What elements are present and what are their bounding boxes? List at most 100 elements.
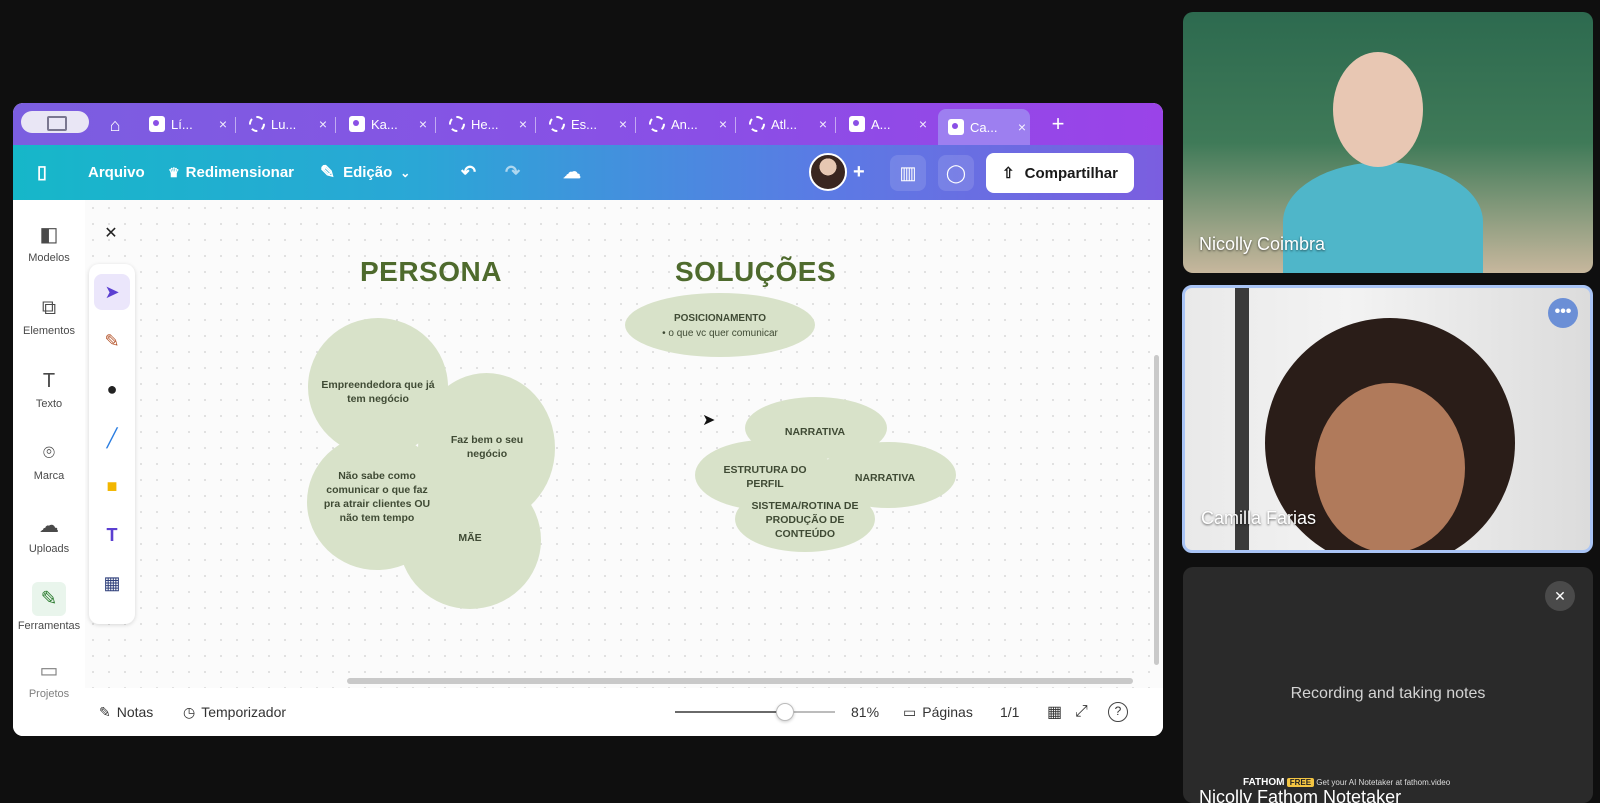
tab-3[interactable]: He... × xyxy=(435,109,531,139)
fullscreen-icon[interactable]: ⤢ xyxy=(1075,688,1088,736)
dashed-circle-icon xyxy=(649,116,665,132)
video-tile-notetaker[interactable]: ✕ Recording and taking notes Nicolly Fat… xyxy=(1183,567,1593,803)
close-icon[interactable]: × xyxy=(615,116,631,132)
tab-title: Lu... xyxy=(271,116,297,132)
rail-templates[interactable]: ◧ Modelos xyxy=(13,222,85,264)
zoom-level[interactable]: 81% xyxy=(851,688,879,736)
file-menu[interactable]: Arquivo xyxy=(88,145,145,200)
video-tile-camilla[interactable]: ••• Camilla Farias xyxy=(1182,285,1593,553)
close-icon[interactable]: × xyxy=(415,116,431,132)
rail-label: Marca xyxy=(33,470,65,482)
elements-icon: ⧉ xyxy=(41,297,57,319)
pen-icon[interactable]: ✎ xyxy=(94,323,130,359)
participant-name: Nicolly Coimbra xyxy=(1199,234,1326,254)
design-canvas[interactable]: ✕ ➤ ✎ ● ╱ ■ T ▦ PERSONA Empreendedora qu… xyxy=(85,200,1163,688)
pages-icon: ▭ xyxy=(903,703,917,720)
share-button[interactable]: ⇧ Compartilhar xyxy=(986,153,1134,193)
notes-label: Notas xyxy=(116,704,154,720)
text-tool-icon[interactable]: T xyxy=(94,517,130,553)
persona-item: Empreendedora que já tem negócio xyxy=(321,379,435,405)
table-icon[interactable]: ▦ xyxy=(94,565,130,601)
close-icon[interactable]: × xyxy=(315,116,331,132)
close-icon[interactable]: × xyxy=(915,116,931,132)
solucoes-heading: SOLUÇÕES xyxy=(675,256,837,287)
new-tab-button[interactable]: + xyxy=(1046,111,1070,137)
canva-icon xyxy=(349,116,365,132)
home-icon[interactable]: ⌂ xyxy=(103,113,127,137)
rail-brand[interactable]: ⌾ Marca xyxy=(13,440,85,482)
close-icon[interactable]: × xyxy=(815,116,831,132)
resize-button[interactable]: ♛ Redimensionar xyxy=(168,145,294,200)
edit-mode-dropdown[interactable]: ✎ Edição ⌄ xyxy=(320,145,410,200)
rail-projects[interactable]: ▭ Projetos xyxy=(13,658,85,700)
grid-view-icon[interactable]: ▦ xyxy=(1047,688,1062,736)
tab-1[interactable]: Lu... × xyxy=(235,109,331,139)
fathom-free-badge: FREE xyxy=(1286,778,1315,787)
rail-label: Elementos xyxy=(23,325,75,337)
dashed-circle-icon xyxy=(549,116,565,132)
comment-icon[interactable]: ◯ xyxy=(938,155,974,191)
posicionamento-bullet-text: o que vc quer comunicar xyxy=(668,328,778,339)
pages-button[interactable]: ▭ Páginas xyxy=(903,688,973,736)
zoom-slider-fill xyxy=(675,711,786,713)
zoom-slider-thumb[interactable] xyxy=(776,703,795,721)
vertical-scrollbar[interactable] xyxy=(1154,355,1159,665)
timer-label: Temporizador xyxy=(201,704,287,720)
narrativa-right-label: NARRATIVA xyxy=(854,472,916,484)
rail-label: Projetos xyxy=(28,688,70,700)
redo-icon[interactable]: ↷ xyxy=(505,145,520,200)
posicionamento-bullet: • o que vc quer comunicar xyxy=(662,328,778,339)
rail-text[interactable]: T Texto xyxy=(13,368,85,410)
rail-tools[interactable]: ✎ Ferramentas xyxy=(13,582,85,632)
tab-5[interactable]: An... × xyxy=(635,109,731,139)
zoom-slider[interactable] xyxy=(675,703,835,721)
sistema-label: SISTEMA/ROTINA DE PRODUÇÃO DE CONTEÚDO xyxy=(751,500,859,540)
posicionamento-label: POSICIONAMENTO xyxy=(673,313,767,324)
rail-elements[interactable]: ⧉ Elementos xyxy=(13,295,85,337)
more-options-button[interactable]: ••• xyxy=(1548,298,1578,328)
rail-label: Ferramentas xyxy=(17,620,81,632)
close-icon[interactable]: × xyxy=(715,116,731,132)
shapes-icon[interactable]: ● xyxy=(94,371,130,407)
cloud-saved-icon[interactable]: ☁ xyxy=(563,145,581,200)
persona-item: MÃE xyxy=(458,532,482,544)
help-button[interactable]: ? xyxy=(1108,688,1128,736)
close-icon[interactable]: × xyxy=(215,116,231,132)
left-rail: ◧ Modelos ⧉ Elementos T Texto ⌾ Marca ☁ … xyxy=(13,200,85,736)
page-count[interactable]: 1/1 xyxy=(1000,688,1019,736)
analytics-icon[interactable]: ▥ xyxy=(890,155,926,191)
side-panel-icon[interactable]: ▯ xyxy=(37,145,47,200)
video-tile-nicolly[interactable]: Nicolly Coimbra xyxy=(1183,12,1593,273)
sticky-note-icon[interactable]: ■ xyxy=(94,468,130,504)
tab-title: Ca... xyxy=(970,119,998,135)
tab-8-active[interactable]: Ca... × xyxy=(938,109,1030,145)
collaborator-avatar[interactable] xyxy=(809,153,847,191)
line-icon[interactable]: ╱ xyxy=(94,420,130,456)
close-draw-panel-icon[interactable]: ✕ xyxy=(99,222,123,246)
editor-toolbar: ▯ Arquivo ♛ Redimensionar ✎ Edição ⌄ ↶ ↷… xyxy=(13,145,1163,200)
help-icon: ? xyxy=(1108,702,1128,722)
tab-title: He... xyxy=(471,116,499,132)
undo-icon[interactable]: ↶ xyxy=(461,145,476,200)
tab-2[interactable]: Ka... × xyxy=(335,109,431,139)
rail-uploads[interactable]: ☁ Uploads xyxy=(13,513,85,555)
timer-button[interactable]: ◷ Temporizador xyxy=(183,688,286,736)
tab-7[interactable]: A... × xyxy=(835,109,931,139)
persona-item: Faz bem o seu negócio xyxy=(450,434,524,460)
tab-4[interactable]: Es... × xyxy=(535,109,631,139)
persona-item: Não sabe como comunicar o que faz pra at… xyxy=(323,470,431,524)
participant-video xyxy=(1283,162,1483,273)
folder-icon: ▭ xyxy=(39,660,59,682)
notes-button[interactable]: ✎ Notas xyxy=(99,688,153,736)
horizontal-scrollbar[interactable] xyxy=(347,678,1133,684)
tab-0[interactable]: Lí... × xyxy=(139,109,231,139)
canva-icon xyxy=(849,116,865,132)
select-pointer-icon[interactable]: ➤ xyxy=(94,274,130,310)
sidebar-toggle-pill[interactable] xyxy=(21,111,89,133)
close-icon[interactable]: × xyxy=(515,116,531,132)
fathom-logo: FATHOM xyxy=(1243,777,1285,788)
estrutura-label: ESTRUTURA DO PERFIL xyxy=(723,464,807,490)
close-icon[interactable]: × xyxy=(1014,119,1030,135)
add-collaborator-button[interactable]: + xyxy=(853,145,865,200)
tab-6[interactable]: Atl... × xyxy=(735,109,831,139)
